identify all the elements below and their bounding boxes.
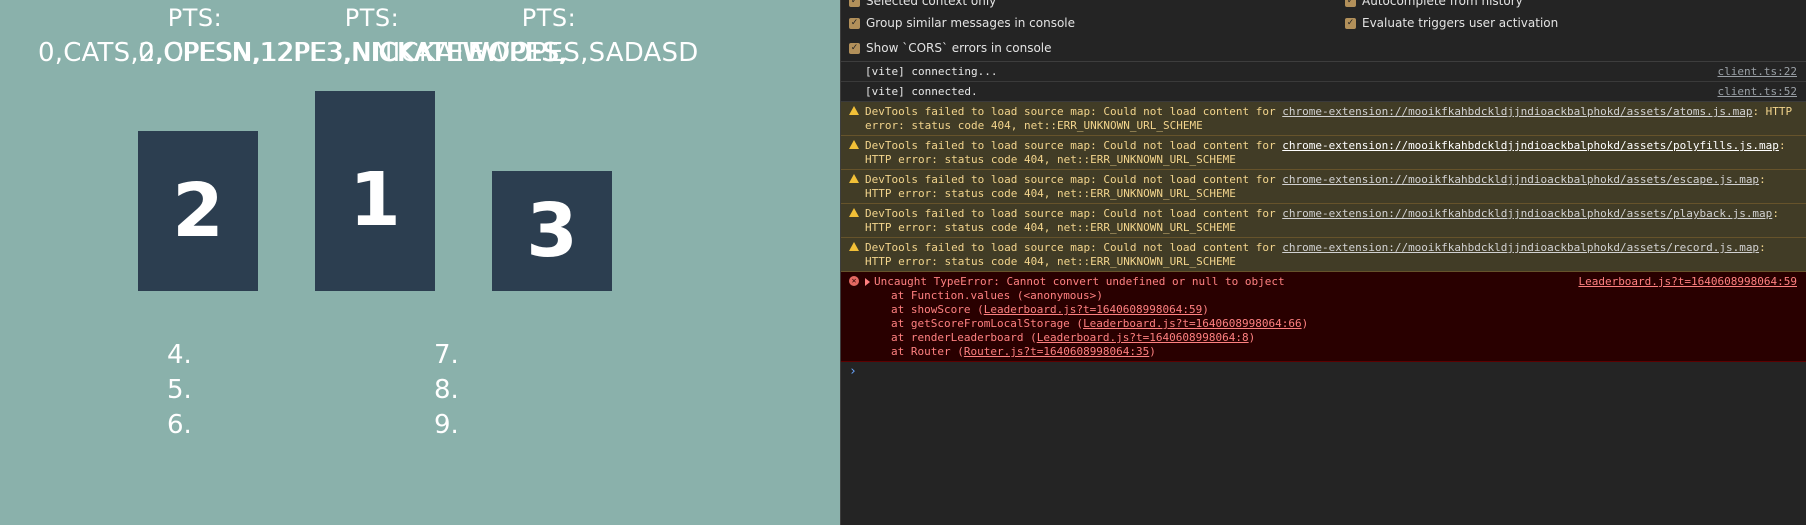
log-source-link[interactable]: client.ts:52	[1718, 85, 1797, 99]
stack-frame-text: at renderLeaderboard (	[891, 331, 1037, 344]
stack-frame-link[interactable]: Leaderboard.js?t=1640608998064:66	[1083, 317, 1302, 330]
checkbox-checked-icon[interactable]: ✓	[849, 42, 860, 54]
setting-selected-context[interactable]: ✓ Selected context only	[849, 0, 996, 8]
console-log-row: [vite] connected. client.ts:52	[841, 82, 1806, 102]
warning-url-link[interactable]: chrome-extension://mooikfkahbdckldjjndio…	[1282, 207, 1772, 220]
stack-frame: at showScore (Leaderboard.js?t=164060899…	[865, 303, 1797, 317]
stack-frame: at Function.values (<anonymous>)	[865, 289, 1797, 303]
warning-icon	[849, 208, 859, 217]
warning-text: DevTools failed to load source map: Coul…	[865, 241, 1283, 254]
console-warning-row: DevTools failed to load source map: Coul…	[841, 136, 1806, 170]
podium-first: 1	[315, 91, 435, 291]
warning-icon	[849, 174, 859, 183]
rank-6: 6.	[167, 410, 192, 440]
app-pane: PTS: PTS: PTS: 0,CATS,2,CPESN,12PE3,NICK…	[0, 0, 840, 525]
log-message: [vite] connecting...	[865, 65, 998, 78]
rank-7: 7.	[434, 340, 459, 370]
checkbox-checked-icon[interactable]: ✓	[1345, 0, 1356, 7]
error-message: Uncaught TypeError: Cannot convert undef…	[874, 275, 1285, 288]
stack-frame-text: at Function.values (	[891, 289, 1024, 302]
setting-label: Autocomplete from history	[1362, 0, 1523, 8]
podium-second: 2	[138, 131, 258, 291]
console-warning-row: DevTools failed to load source map: Coul…	[841, 238, 1806, 272]
console-warning-row: DevTools failed to load source map: Coul…	[841, 204, 1806, 238]
setting-show-cors[interactable]: ✓ Show `CORS` errors in console	[849, 41, 1052, 55]
expand-triangle-icon[interactable]	[865, 278, 870, 286]
console-prompt-input[interactable]: ›	[841, 362, 1806, 382]
devtools-console-pane: ✓ Selected context only ✓ Group similar …	[840, 0, 1806, 525]
setting-label: Evaluate triggers user activation	[1362, 16, 1559, 30]
player-names-right: NICKATEWOPES,SADASD	[373, 38, 699, 68]
error-icon: ✕	[849, 276, 859, 286]
stack-frame: at getScoreFromLocalStorage (Leaderboard…	[865, 317, 1797, 331]
rank-5: 5.	[167, 375, 192, 405]
console-settings: ✓ Selected context only ✓ Group similar …	[841, 0, 1806, 62]
warning-text: DevTools failed to load source map: Coul…	[865, 139, 1283, 152]
warning-url-link[interactable]: chrome-extension://mooikfkahbdckldjjndio…	[1282, 241, 1759, 254]
log-source-link[interactable]: client.ts:22	[1718, 65, 1797, 79]
stack-frame: at Router (Router.js?t=1640608998064:35)	[865, 345, 1797, 359]
warning-icon	[849, 106, 859, 115]
prompt-chevron-icon: ›	[849, 364, 857, 379]
podium-third: 3	[492, 171, 612, 291]
setting-label: Selected context only	[866, 0, 997, 8]
setting-label: Group similar messages in console	[866, 16, 1075, 30]
stack-frame-link[interactable]: Leaderboard.js?t=1640608998064:8	[1037, 331, 1249, 344]
stack-frame-text: at Router (	[891, 345, 964, 358]
stack-frame-suffix: )	[1301, 317, 1309, 330]
console-warning-row: DevTools failed to load source map: Coul…	[841, 170, 1806, 204]
stack-frame-suffix: )	[1248, 331, 1256, 344]
stack-frame-suffix: )	[1096, 289, 1103, 302]
setting-label: Show `CORS` errors in console	[866, 41, 1052, 55]
warning-url-link[interactable]: chrome-extension://mooikfkahbdckldjjndio…	[1282, 173, 1759, 186]
log-message: [vite] connected.	[865, 85, 978, 98]
stack-frame: at renderLeaderboard (Leaderboard.js?t=1…	[865, 331, 1797, 345]
setting-evaluate-triggers[interactable]: ✓ Evaluate triggers user activation	[1345, 16, 1558, 30]
setting-autocomplete[interactable]: ✓ Autocomplete from history	[1345, 0, 1523, 8]
podium-1-pts-label: PTS:	[344, 4, 400, 32]
console-log-row: [vite] connecting... client.ts:22	[841, 62, 1806, 82]
stack-frame-anon: <anonymous>	[1023, 289, 1097, 302]
warning-url-link[interactable]: chrome-extension://mooikfkahbdckldjjndio…	[1282, 139, 1779, 152]
rank-4: 4.	[167, 340, 192, 370]
stack-frame-link[interactable]: Router.js?t=1640608998064:35	[964, 345, 1149, 358]
console-warning-row: DevTools failed to load source map: Coul…	[841, 102, 1806, 136]
stack-frame-text: at getScoreFromLocalStorage (	[891, 317, 1084, 330]
error-source-link[interactable]: Leaderboard.js?t=1640608998064:59	[1578, 275, 1797, 289]
warning-url-link[interactable]: chrome-extension://mooikfkahbdckldjjndio…	[1282, 105, 1752, 118]
stack-frame-link[interactable]: Leaderboard.js?t=1640608998064:59	[984, 303, 1203, 316]
stack-frame-suffix: )	[1149, 345, 1156, 358]
podium-2-pts-label: PTS:	[167, 4, 223, 32]
stack-frame-text: at showScore (	[891, 303, 984, 316]
warning-text: DevTools failed to load source map: Coul…	[865, 173, 1283, 186]
checkbox-checked-icon[interactable]: ✓	[849, 17, 860, 29]
checkbox-checked-icon[interactable]: ✓	[1345, 17, 1356, 29]
rank-9: 9.	[434, 410, 459, 440]
checkbox-checked-icon[interactable]: ✓	[849, 0, 860, 7]
warning-icon	[849, 140, 859, 149]
warning-text: DevTools failed to load source map: Coul…	[865, 105, 1283, 118]
warning-icon	[849, 242, 859, 251]
warning-text: DevTools failed to load source map: Coul…	[865, 207, 1283, 220]
console-error-row: ✕ Uncaught TypeError: Cannot convert und…	[841, 272, 1806, 362]
rank-8: 8.	[434, 375, 459, 405]
stack-frame-suffix: )	[1202, 303, 1209, 316]
setting-group-similar[interactable]: ✓ Group similar messages in console	[849, 16, 1075, 30]
podium-first-number: 1	[349, 157, 401, 243]
podium-3-pts-label: PTS:	[521, 4, 577, 32]
